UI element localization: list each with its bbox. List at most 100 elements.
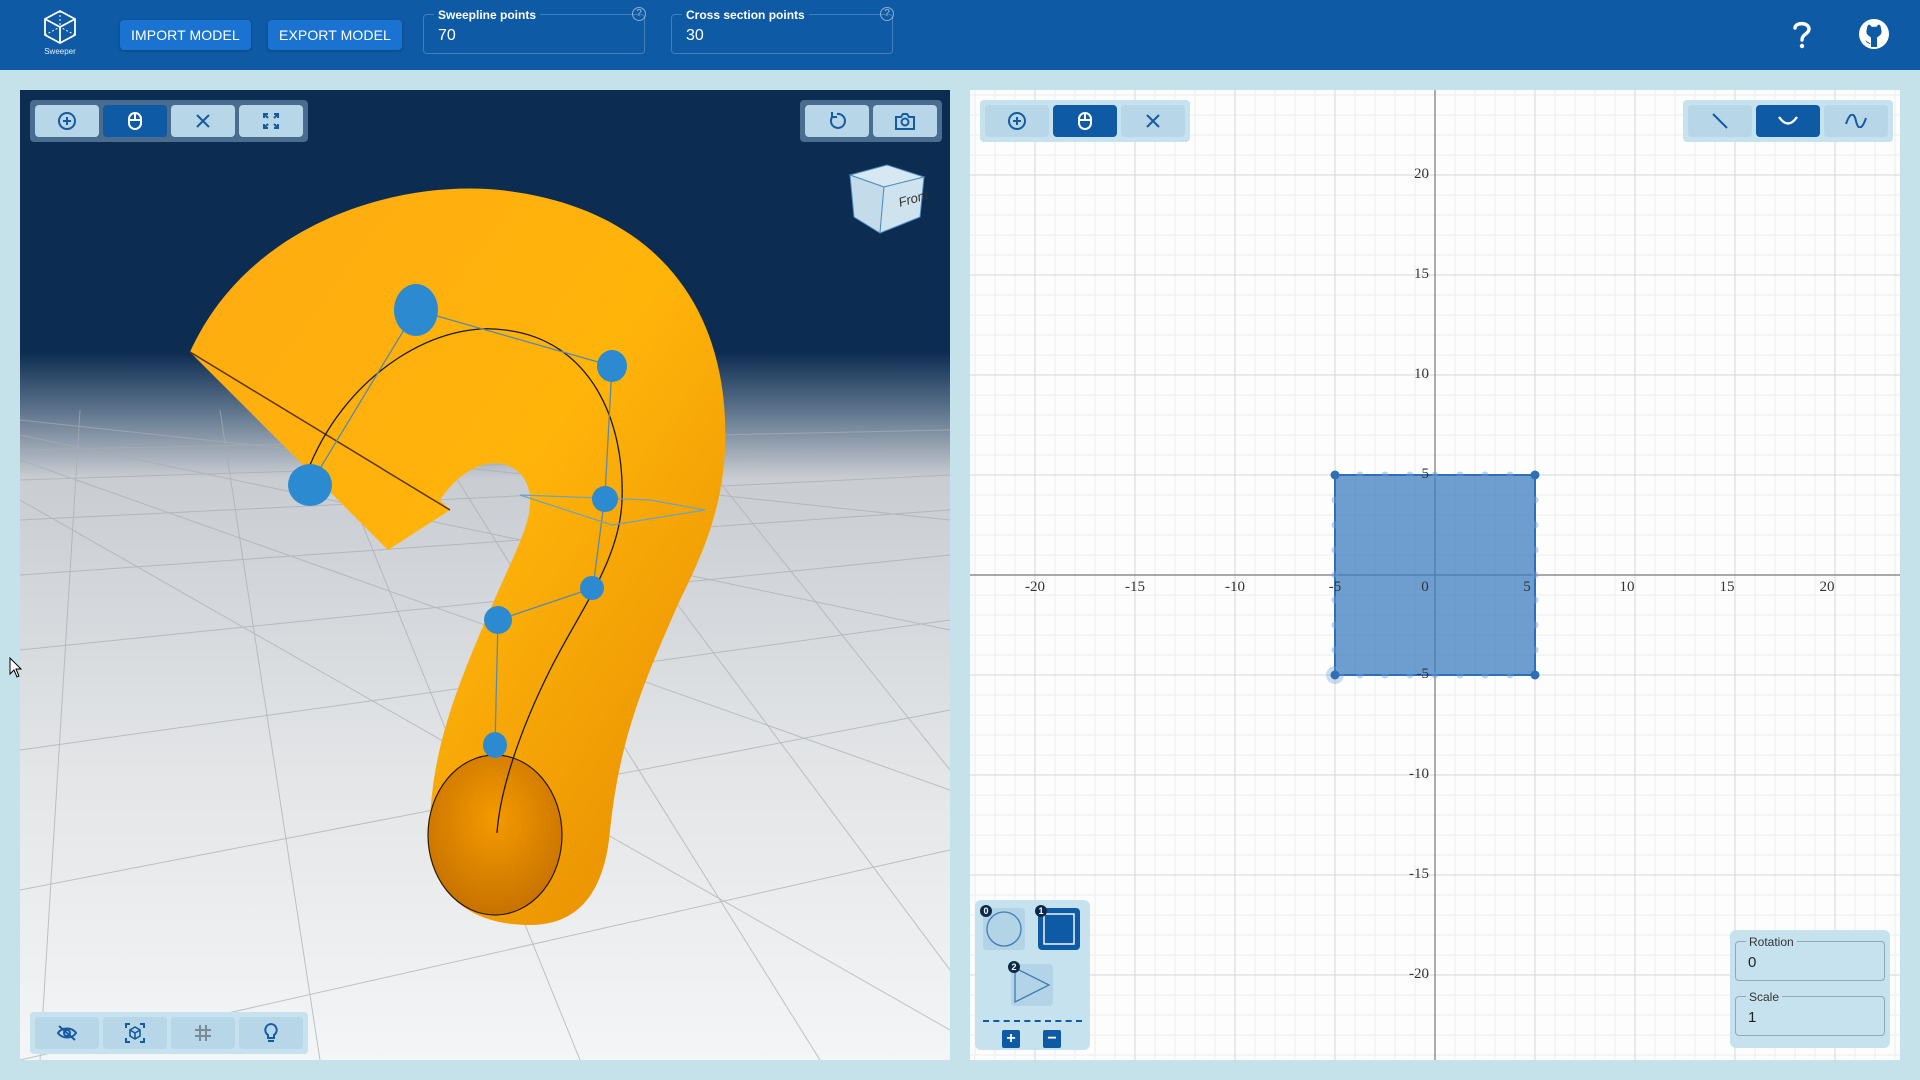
viewport-3d[interactable]: Front — [20, 90, 950, 1060]
camera-icon — [895, 113, 915, 130]
shape-slot-square[interactable]: 1 — [1035, 905, 1080, 950]
sample-point — [1431, 671, 1439, 679]
screenshot-button[interactable] — [873, 105, 937, 137]
transform-controls: Rotation Scale — [1730, 930, 1890, 1048]
toggle-light-button[interactable] — [239, 1017, 303, 1049]
control-point[interactable] — [394, 284, 438, 336]
x-tick-label: 0 — [1421, 579, 1429, 595]
import-model-button[interactable]: IMPORT MODEL — [120, 20, 251, 50]
editor-edit-toolbar — [980, 100, 1190, 142]
sample-point — [1381, 471, 1389, 479]
viewport-edit-toolbar — [30, 100, 308, 142]
select-mode-button[interactable] — [103, 105, 167, 137]
slot-index: 1 — [1035, 905, 1047, 917]
sample-point — [1381, 671, 1389, 679]
slot-index: 0 — [980, 905, 992, 917]
cross-section-editor[interactable]: -20 -15 -10 -5 0 5 10 15 20 20 15 10 5 -5 -10 -15 -20 0 — [970, 90, 1900, 1060]
cross-section-grid[interactable] — [970, 90, 1900, 1060]
sample-point — [1356, 471, 1364, 479]
scene-3d[interactable] — [20, 90, 950, 1060]
vertex-handle[interactable] — [1530, 470, 1540, 480]
x-tick-label: -10 — [1225, 579, 1245, 595]
github-icon[interactable] — [1856, 16, 1892, 52]
sweepline-points-input[interactable] — [438, 27, 618, 45]
curve-icon — [1778, 116, 1798, 125]
quadratic-curve-button[interactable] — [1756, 105, 1820, 137]
wave-icon — [1845, 114, 1867, 128]
camera-toolbar — [800, 100, 942, 142]
plus-circle-icon — [58, 112, 76, 130]
shape-palette: 0 1 2 + − — [975, 900, 1090, 1050]
sample-point — [1531, 496, 1539, 504]
add-shape-button[interactable]: + — [1002, 1030, 1020, 1048]
app-header: Sweeper IMPORT MODEL EXPORT MODEL Sweepl… — [0, 0, 1920, 70]
help-circle-icon[interactable]: ? — [632, 7, 646, 21]
export-model-button[interactable]: EXPORT MODEL — [268, 20, 402, 50]
focus-model-button[interactable] — [103, 1017, 167, 1049]
eye-off-icon — [56, 1025, 78, 1041]
toggle-visibility-button[interactable] — [35, 1017, 99, 1049]
editor-select-mode-button[interactable] — [1053, 105, 1117, 137]
vertex-handle[interactable] — [1530, 670, 1540, 680]
cross-section-shape[interactable] — [1334, 474, 1536, 676]
y-tick-label: -15 — [1409, 866, 1429, 882]
add-point-button[interactable] — [35, 105, 99, 137]
control-point[interactable] — [597, 350, 627, 382]
y-tick-label: -10 — [1409, 766, 1429, 782]
y-tick-label: 15 — [1414, 266, 1429, 282]
control-point[interactable] — [288, 464, 332, 506]
control-point[interactable] — [580, 576, 604, 600]
sample-point — [1331, 546, 1339, 554]
sample-point — [1456, 471, 1464, 479]
x-tick-label: -20 — [1025, 579, 1045, 595]
app-logo: Sweeper — [38, 8, 82, 60]
scale-input[interactable] — [1748, 1009, 1868, 1026]
sample-point — [1531, 546, 1539, 554]
view-cube[interactable]: Front — [842, 155, 932, 245]
control-point[interactable] — [484, 606, 512, 634]
line-icon — [1712, 113, 1728, 129]
editor-delete-point-button[interactable] — [1121, 105, 1185, 137]
shape-slot-circle[interactable]: 0 — [980, 905, 1025, 950]
y-tick-label: 10 — [1414, 366, 1429, 382]
sample-point — [1531, 521, 1539, 529]
vertex-handle[interactable] — [1330, 670, 1340, 680]
rotation-label: Rotation — [1746, 935, 1797, 949]
delete-point-button[interactable] — [171, 105, 235, 137]
focus-cube-icon — [125, 1023, 145, 1043]
y-tick-label: -20 — [1409, 966, 1429, 982]
sample-point — [1506, 471, 1514, 479]
triangle-shape-icon — [1014, 966, 1051, 1004]
cube-logo-icon — [44, 9, 76, 45]
shape-slot-triangle[interactable]: 2 — [1008, 961, 1053, 1006]
expand-icon — [263, 113, 279, 129]
vertex-handle[interactable] — [1330, 470, 1340, 480]
fullscreen-button[interactable] — [239, 105, 303, 137]
control-point[interactable] — [483, 732, 507, 758]
sample-point — [1431, 471, 1439, 479]
help-icon[interactable] — [1784, 16, 1820, 52]
x-tick-label: -5 — [1328, 579, 1342, 595]
cubic-curve-button[interactable] — [1824, 105, 1888, 137]
circle-shape-icon — [986, 911, 1022, 947]
slot-index: 2 — [1008, 961, 1020, 973]
close-icon — [196, 114, 210, 128]
rotation-input[interactable] — [1748, 954, 1868, 971]
sample-point — [1481, 471, 1489, 479]
help-circle-icon[interactable]: ? — [880, 7, 894, 21]
plus-circle-icon — [1008, 112, 1026, 130]
editor-add-point-button[interactable] — [985, 105, 1049, 137]
sample-point — [1531, 621, 1539, 629]
remove-shape-button[interactable]: − — [1043, 1030, 1061, 1048]
square-shape-icon — [1043, 913, 1075, 945]
reset-view-button[interactable] — [805, 105, 869, 137]
mouse-icon — [128, 112, 142, 130]
sample-point — [1331, 646, 1339, 654]
linear-curve-button[interactable] — [1688, 105, 1752, 137]
toggle-grid-button[interactable] — [171, 1017, 235, 1049]
cross-section-points-input[interactable] — [686, 27, 866, 45]
control-point[interactable] — [592, 486, 618, 512]
x-tick-label: 15 — [1719, 579, 1735, 595]
y-tick-label: 5 — [1421, 466, 1430, 482]
tube-end-cap — [427, 754, 563, 916]
